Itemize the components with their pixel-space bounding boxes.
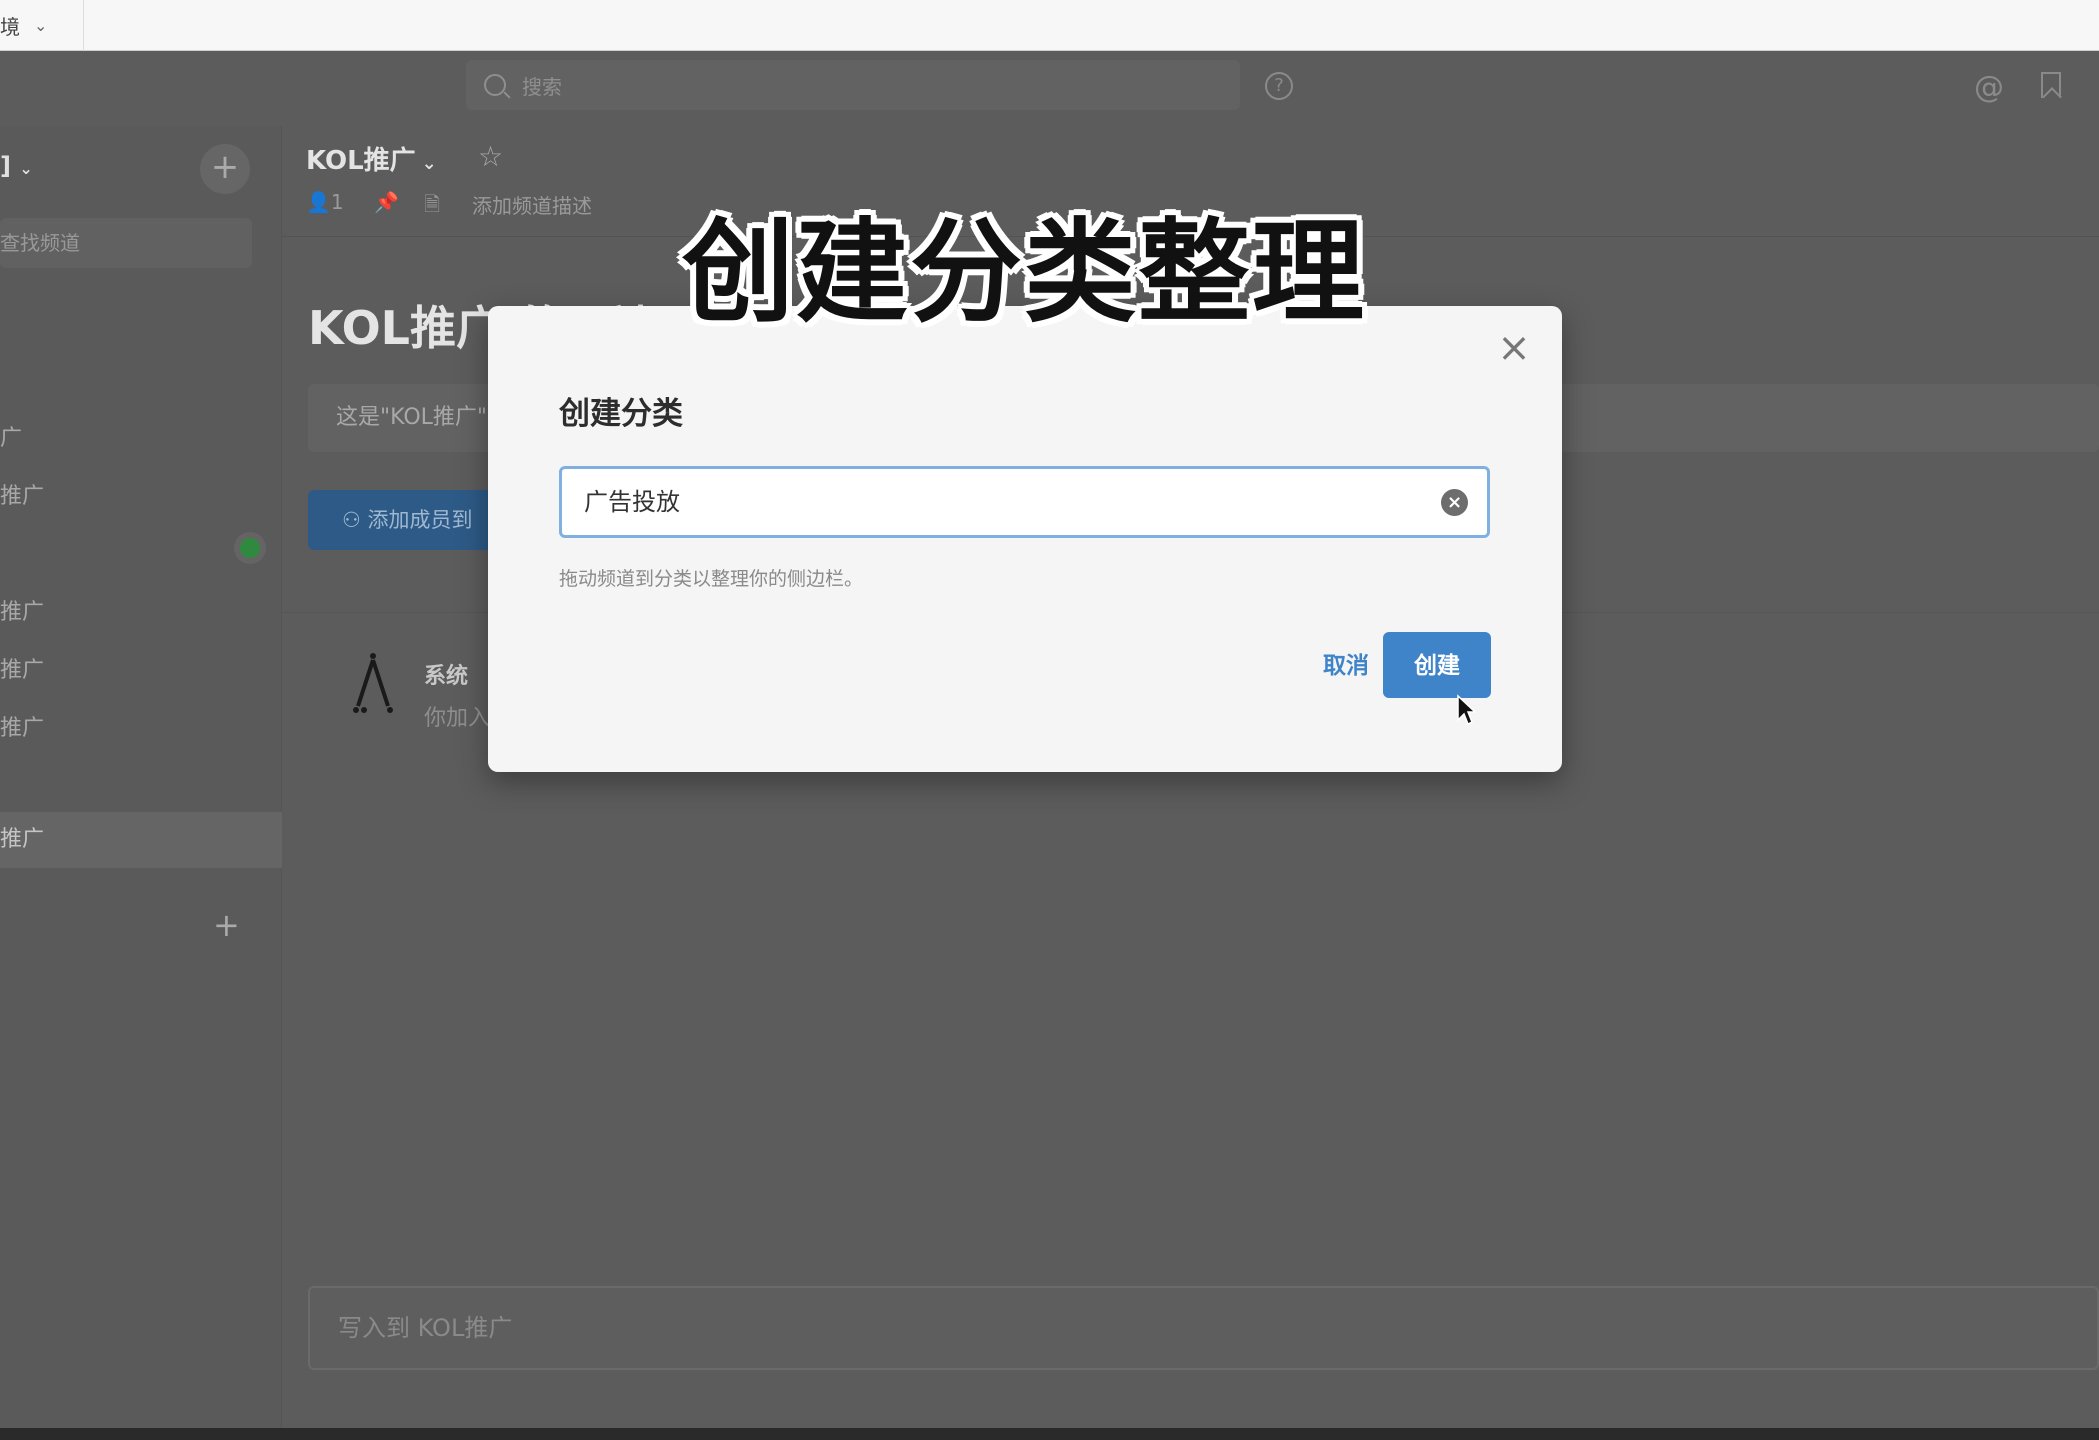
sidebar-item[interactable]: 推广 <box>0 710 44 742</box>
channel-title-text: KOL推广 <box>306 146 416 176</box>
add-member-label: 添加成员到 <box>367 508 473 532</box>
chevron-down-icon: ⌄ <box>19 159 33 178</box>
chevron-down-icon: ⌄ <box>421 153 437 174</box>
window-topbar <box>0 0 2099 51</box>
sidebar-item[interactable]: 推广 <box>0 594 44 626</box>
dialog-help-text: 拖动频道到分类以整理你的侧边栏。 <box>559 568 864 590</box>
search-bar[interactable]: 搜索 <box>466 60 1240 110</box>
mouse-cursor-icon <box>1457 694 1476 726</box>
channel-title[interactable]: KOL推广 ⌄ <box>306 140 437 177</box>
add-user-icon: ⚇ <box>342 508 368 532</box>
workspace-label: 境 <box>0 15 20 39</box>
team-name[interactable]: ] ⌄ <box>0 152 33 180</box>
mentions-icon[interactable]: @ <box>1974 70 2004 105</box>
team-name-text: ] <box>0 152 11 180</box>
favorite-star-icon[interactable]: ☆ <box>478 140 503 173</box>
create-button[interactable]: 创建 <box>1383 632 1491 698</box>
cancel-button[interactable]: 取消 <box>1296 632 1396 698</box>
sidebar-item[interactable]: 推广 <box>0 652 44 684</box>
sidebar-item[interactable]: 广 <box>0 420 22 452</box>
system-avatar-icon <box>353 653 393 713</box>
bottom-strip <box>0 1428 2099 1440</box>
category-name-input[interactable]: 广告投放 <box>559 466 1490 538</box>
sidebar-item-active[interactable]: 推广 <box>0 812 282 868</box>
create-category-dialog <box>488 306 1562 772</box>
dialog-title: 创建分类 <box>559 396 683 432</box>
search-placeholder: 搜索 <box>522 74 562 99</box>
search-icon <box>484 74 506 96</box>
workspace-switcher[interactable]: 境 ⌄ <box>0 0 84 51</box>
video-caption: 创建分类整理 <box>682 208 1366 338</box>
sidebar-item[interactable]: 推广 <box>0 478 44 510</box>
add-category-icon[interactable]: + <box>213 906 240 944</box>
system-sender-name: 系统 <box>424 664 469 689</box>
bookmark-icon[interactable] <box>2041 72 2061 98</box>
message-composer[interactable]: 写入到 KOL推广 <box>308 1286 2099 1370</box>
online-status-dot <box>240 538 260 558</box>
system-message: 你加入 <box>424 706 491 731</box>
help-icon[interactable]: ? <box>1265 72 1293 100</box>
chevron-down-icon: ⌄ <box>34 16 48 35</box>
clear-input-icon[interactable]: × <box>1441 489 1468 516</box>
